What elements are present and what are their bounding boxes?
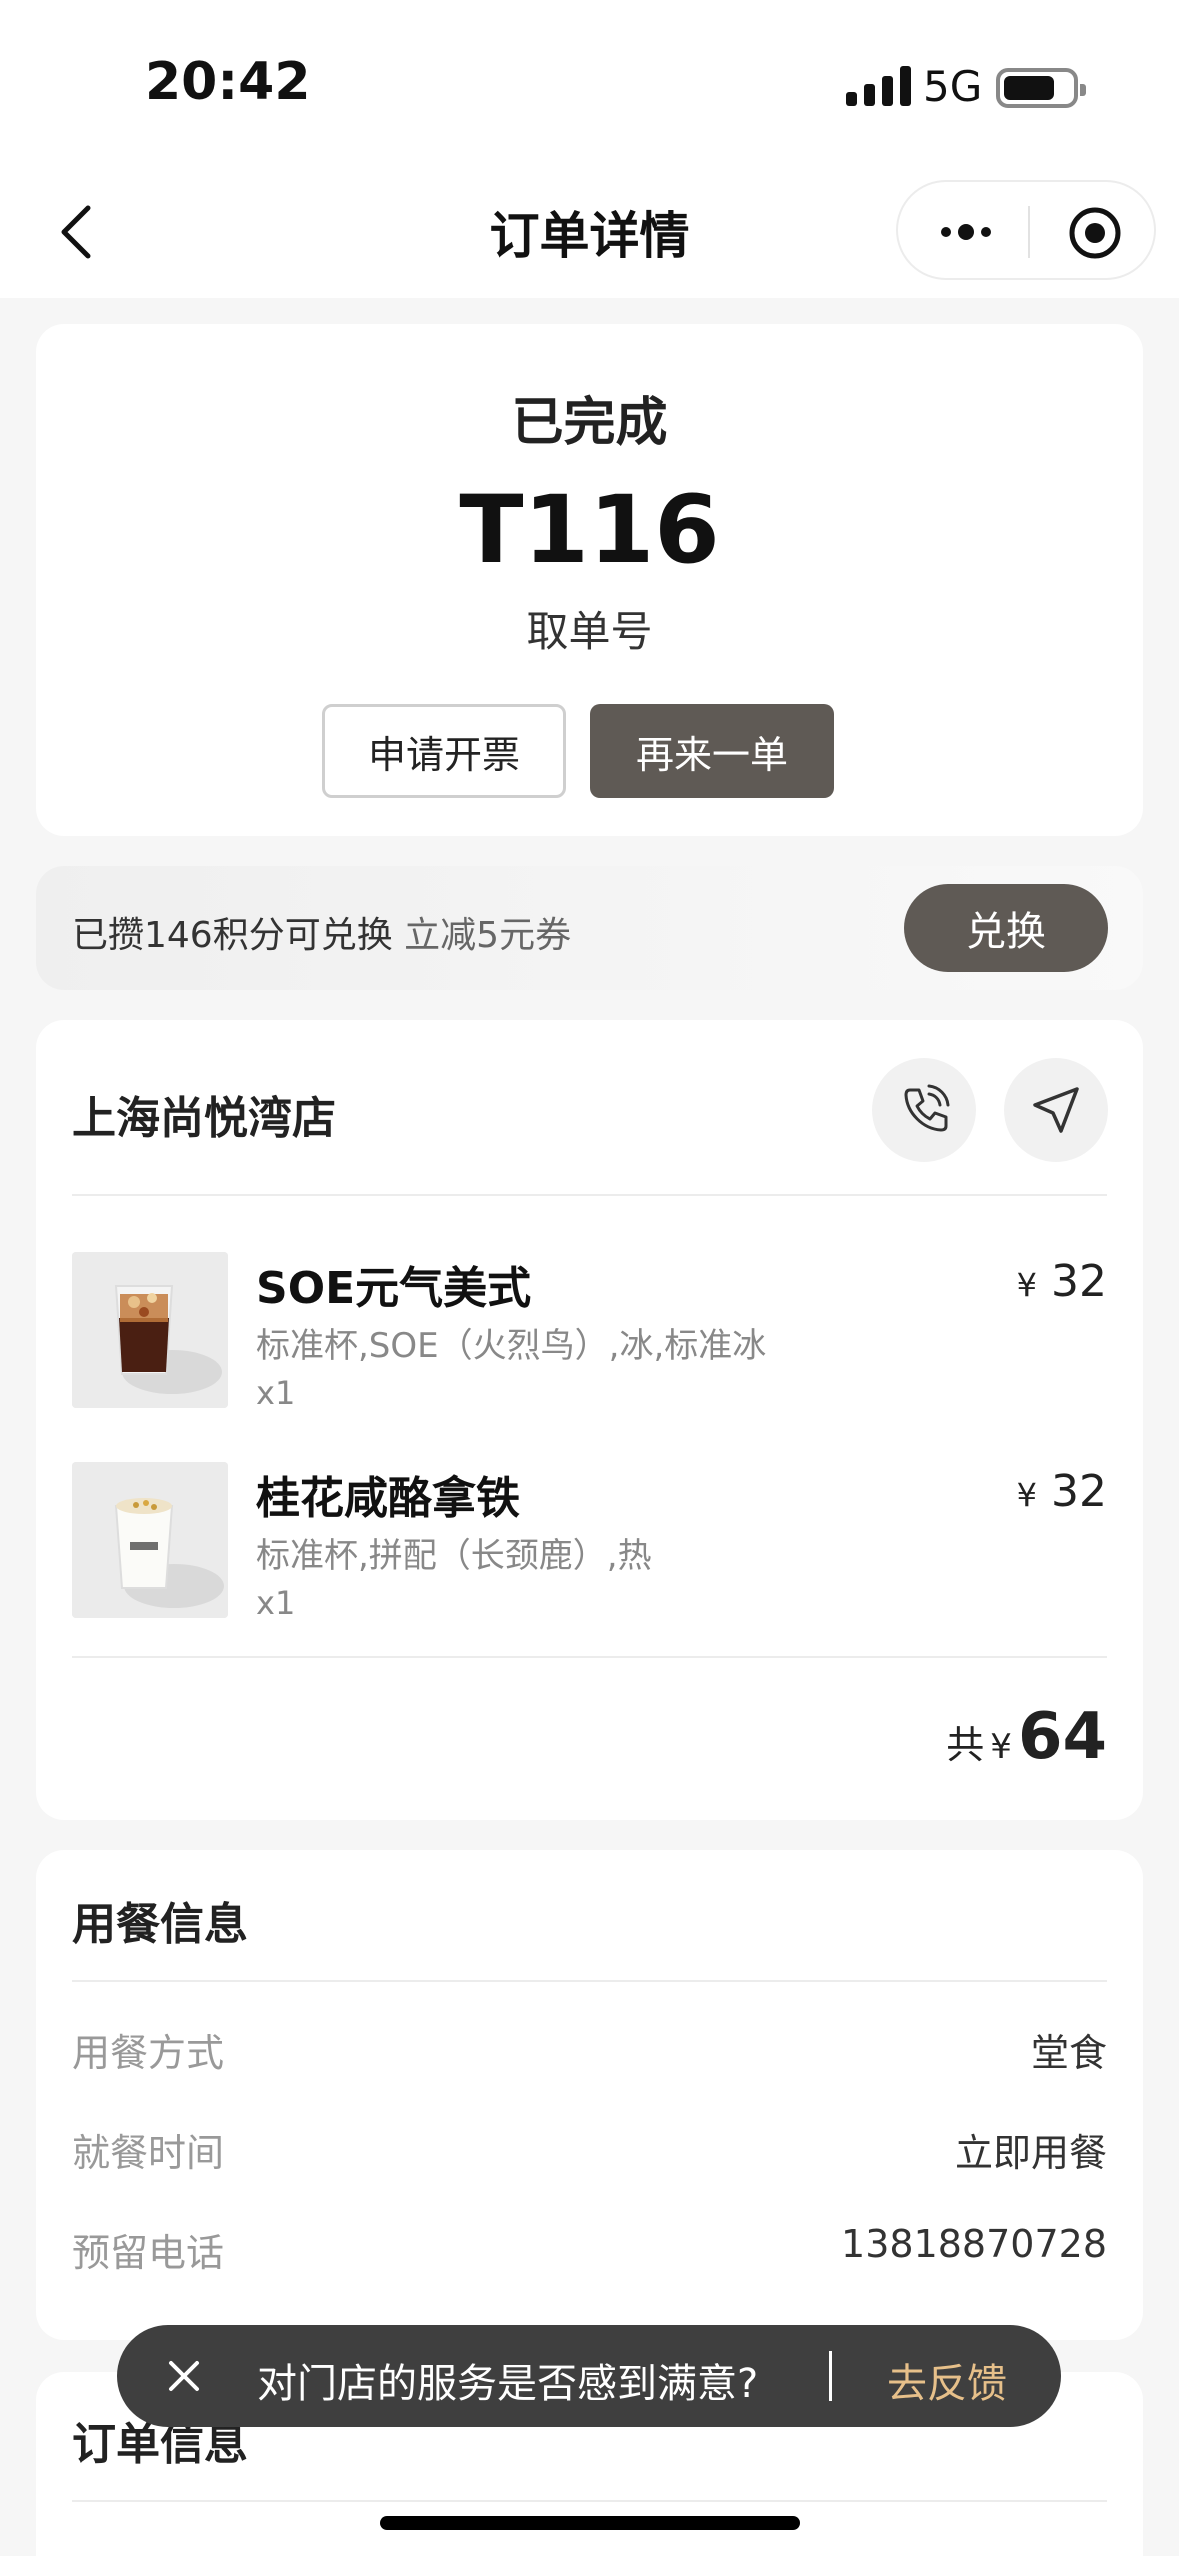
navigation-arrow-icon bbox=[1033, 1087, 1079, 1133]
row-value: 堂食 bbox=[1030, 2031, 1107, 2075]
close-icon[interactable] bbox=[161, 2353, 207, 2399]
miniprogram-capsule bbox=[896, 180, 1156, 280]
status-bar: 20:42 5G bbox=[0, 0, 1179, 170]
points-balance: 已攒146积分可兑换 bbox=[72, 915, 393, 956]
item-price: ¥ 32 bbox=[1017, 1256, 1107, 1307]
item-name: SOE元气美式 bbox=[256, 1263, 532, 1314]
currency-symbol: ¥ bbox=[1016, 1476, 1037, 1514]
navigate-store-button[interactable] bbox=[1004, 1058, 1108, 1162]
row-label: 用餐方式 bbox=[72, 2031, 225, 2075]
item-spec: 标准杯,SOE（火烈鸟）,冰,标准冰 bbox=[256, 1326, 767, 1366]
nav-bar: 订单详情 bbox=[0, 170, 1179, 298]
divider bbox=[72, 1980, 1107, 1982]
product-image bbox=[72, 1462, 228, 1618]
network-type: 5G bbox=[923, 62, 983, 111]
total-label: 共 bbox=[946, 1723, 985, 1767]
redeem-button[interactable]: 兑换 bbox=[904, 884, 1108, 972]
order-status-card: 已完成 T116 取单号 申请开票 再来一单 bbox=[36, 324, 1143, 836]
feedback-toast: 对门店的服务是否感到满意? 去反馈 bbox=[117, 2325, 1061, 2427]
pickup-number: T116 bbox=[459, 476, 720, 585]
item-spec: 标准杯,拼配（长颈鹿）,热 bbox=[256, 1536, 652, 1576]
row-value: 13818870728 bbox=[841, 2222, 1107, 2266]
item-price-value: 32 bbox=[1051, 1256, 1107, 1307]
divider bbox=[829, 2351, 832, 2401]
info-row: 就餐时间 立即用餐 bbox=[72, 2122, 1107, 2182]
pickup-label: 取单号 bbox=[526, 607, 653, 656]
order-total: 共 ¥ 64 bbox=[946, 1700, 1107, 1774]
order-item: SOE元气美式 标准杯,SOE（火烈鸟）,冰,标准冰 x1 ¥ 32 bbox=[72, 1252, 1107, 1412]
item-name: 桂花咸酪拿铁 bbox=[256, 1473, 520, 1524]
section-title: 用餐信息 bbox=[72, 1899, 248, 1950]
points-banner: 已攒146积分可兑换 立减5元券 兑换 bbox=[36, 866, 1143, 990]
row-label: 就餐时间 bbox=[72, 2131, 225, 2175]
info-row: 用餐方式 堂食 bbox=[72, 2022, 1107, 2082]
item-quantity: x1 bbox=[256, 1584, 296, 1622]
feedback-prompt: 对门店的服务是否感到满意? bbox=[257, 2361, 759, 2407]
more-icon[interactable] bbox=[936, 212, 996, 252]
row-label: 预留电话 bbox=[72, 2231, 225, 2275]
currency-symbol: ¥ bbox=[990, 1727, 1012, 1767]
row-value: 立即用餐 bbox=[954, 2131, 1107, 2175]
points-text: 已攒146积分可兑换 立减5元券 bbox=[72, 906, 571, 958]
feedback-link[interactable]: 去反馈 bbox=[887, 2351, 1007, 2409]
item-price: ¥ 32 bbox=[1017, 1466, 1107, 1517]
back-icon[interactable] bbox=[50, 202, 110, 262]
dining-info-card: 用餐信息 用餐方式 堂食 就餐时间 立即用餐 预留电话 13818870728 bbox=[36, 1850, 1143, 2340]
close-miniprogram-icon[interactable] bbox=[1068, 206, 1122, 260]
call-store-button[interactable] bbox=[872, 1058, 976, 1162]
item-price-value: 32 bbox=[1051, 1466, 1107, 1517]
points-reward: 立减5元券 bbox=[392, 915, 572, 956]
total-amount: 64 bbox=[1017, 1700, 1107, 1774]
info-row: 预留电话 13818870728 bbox=[72, 2222, 1107, 2282]
reorder-button[interactable]: 再来一单 bbox=[590, 704, 834, 798]
store-name: 上海尚悦湾店 bbox=[72, 1093, 336, 1144]
signal-icon bbox=[846, 64, 911, 106]
divider bbox=[72, 1656, 1107, 1658]
product-image bbox=[72, 1252, 228, 1408]
divider bbox=[72, 2500, 1107, 2502]
store-card: 上海尚悦湾店 SOE元气美式 标准杯,SOE（火烈鸟）,冰,标准冰 x1 ¥ 3… bbox=[36, 1020, 1143, 1820]
order-status: 已完成 bbox=[511, 393, 668, 453]
battery-icon bbox=[996, 68, 1086, 108]
phone-icon bbox=[904, 1084, 950, 1132]
currency-symbol: ¥ bbox=[1016, 1266, 1037, 1304]
invoice-button[interactable]: 申请开票 bbox=[322, 704, 566, 798]
status-time: 20:42 bbox=[145, 52, 311, 112]
order-item: 桂花咸酪拿铁 标准杯,拼配（长颈鹿）,热 x1 ¥ 32 bbox=[72, 1462, 1107, 1622]
divider bbox=[72, 1194, 1107, 1196]
item-quantity: x1 bbox=[256, 1374, 296, 1412]
home-indicator[interactable] bbox=[380, 2516, 800, 2530]
